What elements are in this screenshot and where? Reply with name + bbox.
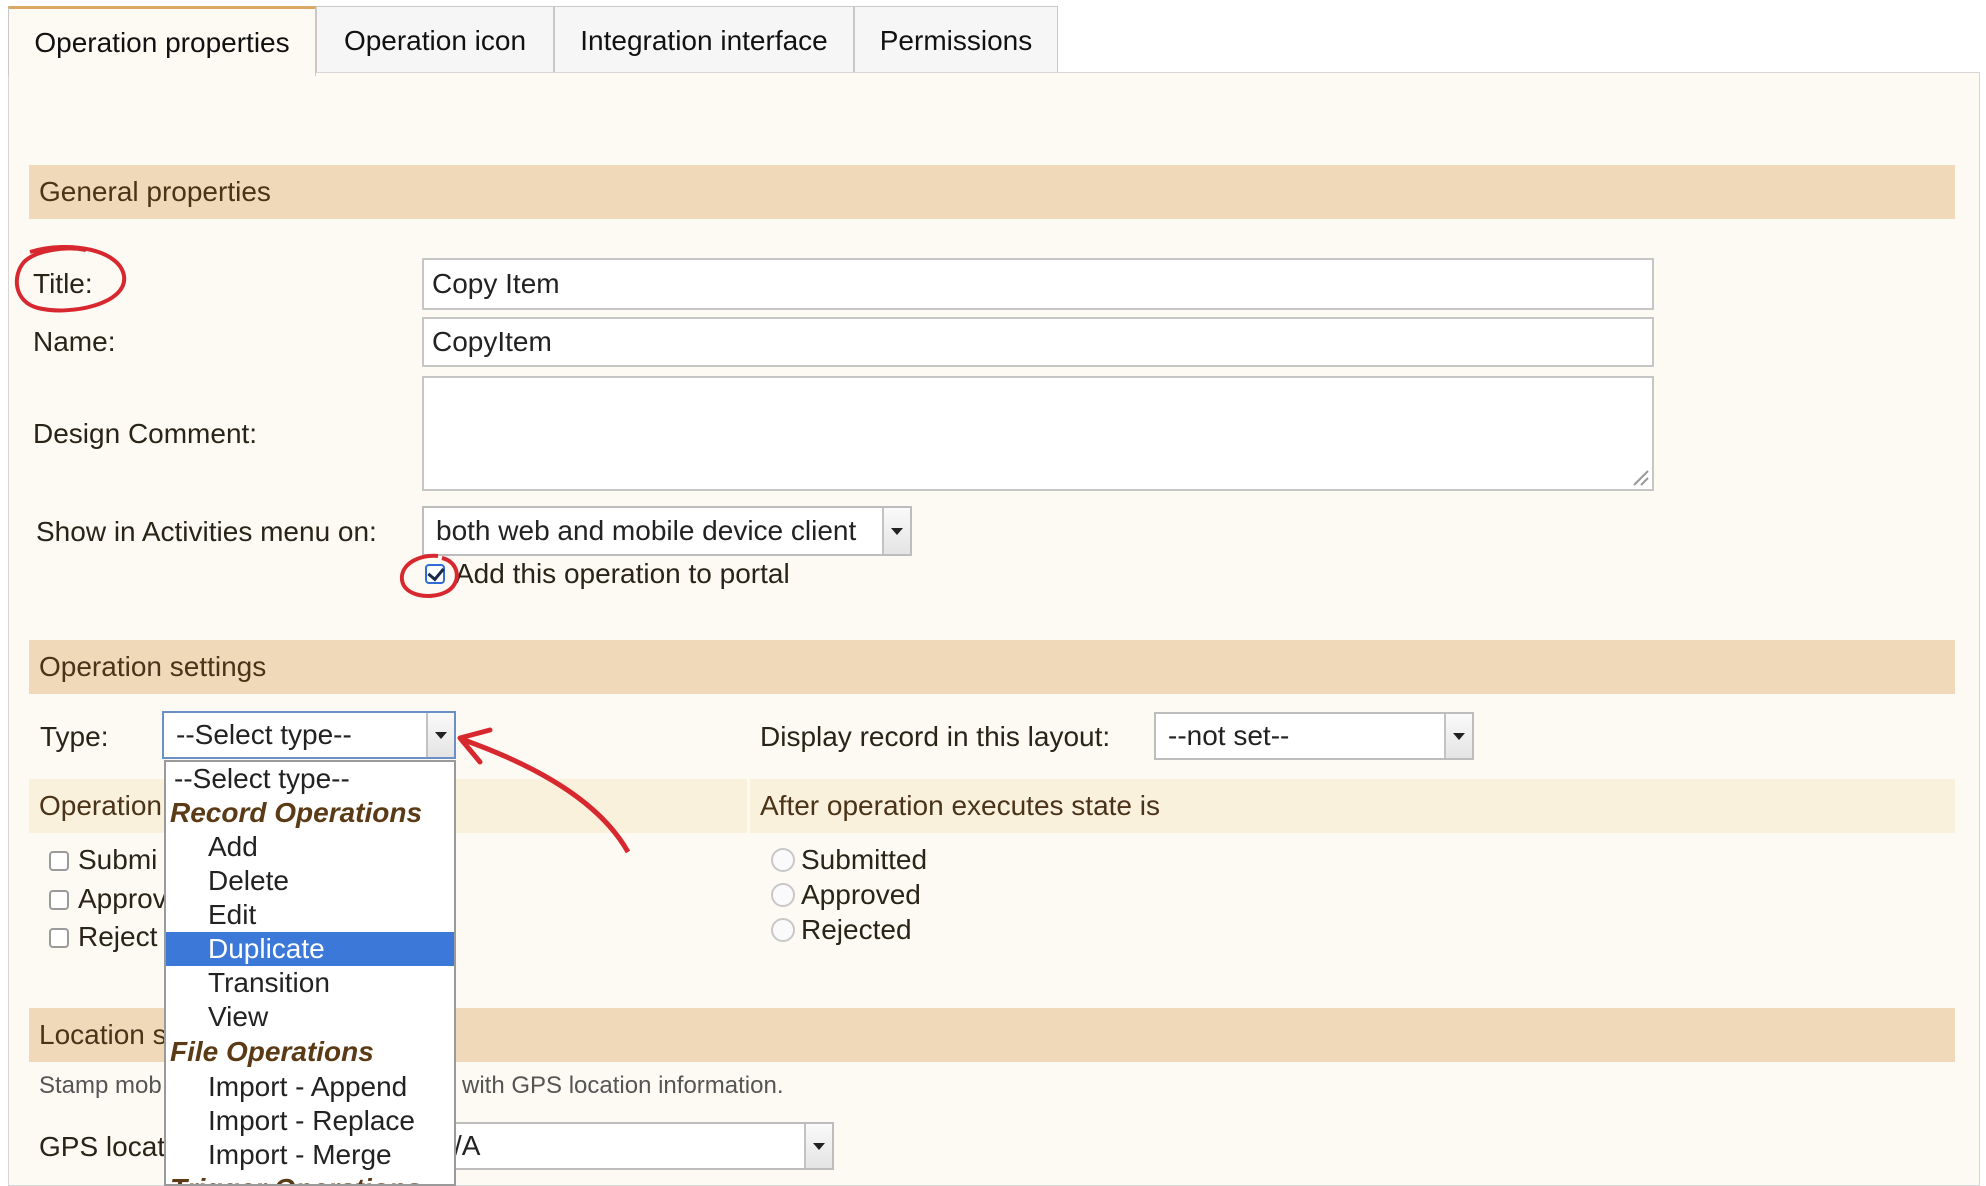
dropdown-option-import-replace[interactable]: Import - Replace bbox=[166, 1104, 454, 1138]
submit-checkbox[interactable] bbox=[49, 851, 69, 871]
tab-label: Integration interface bbox=[580, 24, 828, 56]
tab-permissions[interactable]: Permissions bbox=[854, 6, 1058, 74]
chevron-down-icon bbox=[804, 1124, 832, 1168]
state-radio-approved[interactable] bbox=[771, 883, 795, 907]
display-layout-value: --not set-- bbox=[1168, 720, 1290, 751]
state-radio-label: Submitted bbox=[801, 844, 928, 875]
dropdown-group-file-operations: File Operations bbox=[170, 1036, 374, 1067]
type-select-value: --Select type-- bbox=[176, 719, 352, 750]
resize-handle-icon[interactable] bbox=[1632, 469, 1650, 487]
display-layout-label: Display record in this layout: bbox=[760, 721, 1111, 752]
dropdown-option-transition[interactable]: Transition bbox=[166, 966, 454, 1000]
reject-checkbox-label: Reject bbox=[78, 921, 158, 952]
show-in-menu-select[interactable]: both web and mobile device client bbox=[422, 506, 912, 556]
state-radio-label: Rejected bbox=[801, 914, 912, 945]
location-description-right: with GPS location information. bbox=[462, 1072, 784, 1099]
dropdown-group-trigger-operations: Trigger Operations bbox=[166, 1172, 454, 1184]
dropdown-option-duplicate[interactable]: Duplicate bbox=[166, 932, 454, 966]
tab-integration-interface[interactable]: Integration interface bbox=[554, 6, 854, 74]
show-in-menu-label: Show in Activities menu on: bbox=[36, 516, 377, 547]
dropdown-group-record-operations: Record Operations bbox=[170, 797, 423, 828]
state-radio-label: Approved bbox=[801, 879, 921, 910]
chevron-down-icon bbox=[882, 508, 910, 554]
design-comment-label: Design Comment: bbox=[33, 418, 258, 449]
state-radio-rejected[interactable] bbox=[771, 918, 795, 942]
state-radio-submitted[interactable] bbox=[771, 848, 795, 872]
type-select[interactable]: --Select type-- bbox=[162, 711, 456, 759]
name-input[interactable]: CopyItem bbox=[422, 317, 1654, 367]
portal-checkbox[interactable] bbox=[425, 564, 445, 584]
approve-checkbox-label: Approv bbox=[78, 883, 167, 914]
tab-operation-icon[interactable]: Operation icon bbox=[316, 6, 554, 74]
type-dropdown-list[interactable]: --Select type-- Record Operations Add De… bbox=[164, 760, 456, 1186]
title-input[interactable]: Copy Item bbox=[422, 258, 1654, 310]
portal-checkbox-label: Add this operation to portal bbox=[455, 558, 790, 589]
show-in-menu-value: both web and mobile device client bbox=[436, 515, 857, 546]
display-layout-select[interactable]: --not set-- bbox=[1154, 712, 1474, 760]
location-description-left: Stamp mob bbox=[39, 1072, 162, 1099]
tab-operation-properties[interactable]: Operation properties bbox=[8, 6, 316, 76]
operation-settings-header: Operation settings bbox=[29, 640, 1955, 694]
dropdown-option-view[interactable]: View bbox=[166, 1000, 454, 1034]
dropdown-option-import-append[interactable]: Import - Append bbox=[166, 1070, 454, 1104]
approve-checkbox[interactable] bbox=[49, 890, 69, 910]
chevron-down-icon bbox=[1444, 714, 1472, 758]
state-sub-header: After operation executes state is bbox=[750, 779, 1955, 833]
tab-label: Operation icon bbox=[343, 24, 527, 56]
dropdown-option-placeholder[interactable]: --Select type-- bbox=[166, 762, 454, 796]
gps-select[interactable]: /A bbox=[440, 1122, 834, 1170]
dropdown-option-add[interactable]: Add bbox=[166, 830, 454, 864]
tab-label: Operation properties bbox=[34, 26, 290, 58]
submit-checkbox-label: Submi bbox=[78, 844, 158, 875]
gps-select-value: /A bbox=[454, 1130, 481, 1161]
gps-label: GPS locat bbox=[39, 1131, 166, 1162]
general-properties-header: General properties bbox=[29, 165, 1955, 219]
tab-label: Permissions bbox=[879, 24, 1033, 56]
chevron-down-icon bbox=[426, 713, 454, 757]
dropdown-option-delete[interactable]: Delete bbox=[166, 864, 454, 898]
dropdown-option-import-merge[interactable]: Import - Merge bbox=[166, 1138, 454, 1172]
reject-checkbox[interactable] bbox=[49, 928, 69, 948]
name-label: Name: bbox=[33, 326, 116, 357]
title-label: Title: bbox=[33, 268, 93, 299]
design-comment-textarea[interactable] bbox=[422, 376, 1654, 491]
dropdown-option-edit[interactable]: Edit bbox=[166, 898, 454, 932]
type-label: Type: bbox=[40, 721, 109, 752]
